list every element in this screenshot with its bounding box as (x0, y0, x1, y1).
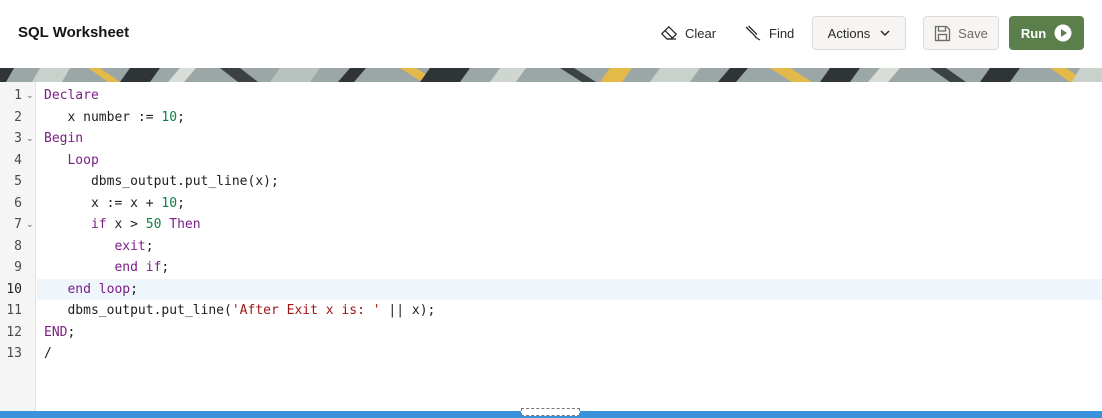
line-number: 12 (6, 324, 22, 340)
code-token-kw: Loop (67, 152, 99, 168)
code-token: ; (177, 195, 185, 211)
line-number: 11 (6, 303, 22, 318)
code-token-kw: end loop (67, 281, 131, 297)
find-label: Find (769, 25, 795, 41)
code-line[interactable]: x := x + 10; (44, 193, 1102, 215)
code-token: ; (177, 109, 185, 125)
code-token: ; (130, 281, 138, 297)
code-token-num: 10 (161, 195, 178, 211)
code-line[interactable]: END; (44, 322, 1102, 344)
code-token: dbms_output.put_line(x); (44, 174, 279, 189)
clear-label: Clear (685, 25, 717, 41)
code-editor[interactable]: Declare x number := 10; Begin Loop dbms_o… (37, 82, 1102, 412)
code-line[interactable]: exit; (44, 236, 1102, 258)
line-number: 2 (14, 109, 22, 125)
run-button[interactable]: Run (1009, 16, 1084, 50)
save-icon (934, 25, 951, 42)
line-number: 1 (14, 88, 22, 103)
code-token: x := x + (44, 195, 162, 211)
fold-chevron-icon[interactable]: ⌄ (26, 220, 34, 230)
panel-splitter-handle[interactable] (521, 408, 580, 416)
clear-button[interactable]: Clear (660, 16, 722, 50)
code-token: / (44, 346, 52, 361)
code-token-kw: Then (169, 217, 201, 232)
page-title: SQL Worksheet (18, 24, 130, 41)
line-number: 3 (14, 131, 22, 146)
save-label: Save (958, 25, 988, 41)
code-token-kw: if (90, 217, 107, 232)
code-token-kw: END (44, 324, 68, 340)
code-token: ; (145, 238, 154, 254)
save-button[interactable]: Save (923, 16, 999, 50)
code-line[interactable]: Begin (44, 128, 1102, 150)
code-token-kw: exit (114, 238, 146, 254)
run-label: Run (1020, 25, 1047, 41)
line-number: 7 (14, 217, 22, 232)
line-number: 10 (6, 281, 22, 297)
code-token: ; (67, 324, 76, 340)
code-token-num: 50 (145, 217, 162, 232)
eraser-icon (660, 25, 678, 41)
worksheet-toolbar: SQL Worksheet Clear Find Actions Save Ru… (0, 0, 1102, 68)
code-token-kw: end if (114, 260, 162, 275)
code-token-kw: Begin (44, 131, 84, 146)
code-line[interactable]: Loop (44, 150, 1102, 172)
code-line[interactable]: Declare (44, 85, 1102, 107)
code-line[interactable]: dbms_output.put_line(x); (44, 171, 1102, 193)
line-number: 9 (14, 260, 22, 275)
play-icon (1054, 24, 1072, 42)
line-number: 6 (14, 195, 22, 211)
code-token: dbms_output.put_line( (44, 303, 232, 318)
find-icon (744, 25, 762, 41)
code-token: || x); (380, 303, 436, 318)
code-line[interactable]: end if; (44, 257, 1102, 279)
actions-menu-button[interactable]: Actions (812, 16, 906, 50)
code-token: ; (161, 260, 170, 275)
code-token-str: 'After Exit x is: ' (231, 303, 381, 318)
code-line[interactable]: / (44, 343, 1102, 365)
line-number: 4 (14, 152, 22, 168)
find-button[interactable]: Find (744, 16, 800, 50)
fold-chevron-icon[interactable]: ⌄ (26, 91, 34, 101)
chevron-down-icon (880, 29, 890, 37)
code-line[interactable]: if x > 50 Then (44, 214, 1102, 236)
code-token: x number := (44, 109, 162, 125)
line-number: 5 (14, 174, 22, 189)
line-number: 8 (14, 238, 22, 254)
actions-label: Actions (827, 25, 871, 41)
line-number-gutter: 1 ⌄ 2 3 ⌄ 4 5 6 7 ⌄ 8 9 10 11 12 13 (0, 82, 36, 412)
code-token-num: 10 (161, 109, 178, 125)
decorative-banner (0, 68, 1102, 82)
code-line[interactable]: end loop; (44, 279, 1102, 301)
code-token: x > (106, 217, 146, 232)
code-line[interactable]: dbms_output.put_line('After Exit x is: '… (44, 300, 1102, 322)
line-number: 13 (6, 346, 22, 361)
code-line[interactable]: x number := 10; (44, 107, 1102, 129)
fold-chevron-icon[interactable]: ⌄ (26, 134, 34, 144)
code-token-kw: Declare (44, 88, 99, 103)
